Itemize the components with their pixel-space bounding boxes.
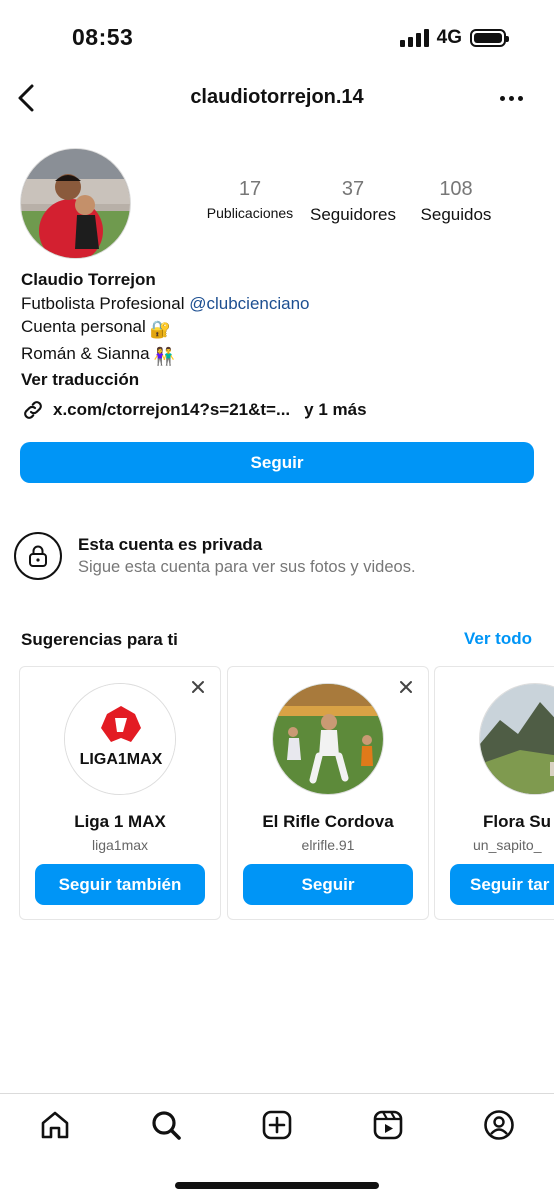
profile-username: claudiotorrejon.14 bbox=[190, 86, 364, 108]
posts-stat[interactable]: 17 Publicaciones bbox=[200, 178, 300, 221]
tab-reels[interactable] bbox=[371, 1108, 405, 1142]
link-more: y 1 más bbox=[304, 400, 367, 419]
suggestion-avatar[interactable]: LIGA1MAX bbox=[64, 683, 176, 795]
bio-account-text: Cuenta personal bbox=[21, 317, 146, 336]
lock-icon bbox=[14, 532, 62, 580]
bottom-tab-bar bbox=[0, 1094, 554, 1154]
suggestion-follow-button[interactable]: Seguir bbox=[243, 864, 413, 905]
private-subtitle: Sigue esta cuenta para ver sus fotos y v… bbox=[78, 558, 416, 576]
tab-home[interactable] bbox=[38, 1108, 72, 1142]
suggestion-name: Liga 1 MAX bbox=[74, 812, 166, 831]
tab-search[interactable] bbox=[149, 1108, 183, 1142]
suggestion-name: Flora Su bbox=[483, 812, 552, 831]
suggestions-title: Sugerencias para ti bbox=[21, 630, 178, 649]
bio-external-link[interactable]: x.com/ctorrejon14?s=21&t=... y 1 más bbox=[21, 398, 367, 422]
suggestion-follow-button[interactable]: Seguir tar bbox=[450, 864, 554, 905]
following-count: 108 bbox=[439, 178, 473, 200]
reels-icon bbox=[373, 1110, 403, 1140]
couple-emoji-icon: 👫 bbox=[153, 346, 175, 366]
suggestion-handle: liga1max bbox=[91, 837, 149, 853]
create-icon bbox=[262, 1110, 292, 1140]
landscape-photo bbox=[480, 684, 554, 794]
see-translation-link[interactable]: Ver traducción bbox=[21, 368, 541, 392]
suggestion-card[interactable]: Flora Su un_sapito_ Seguir tar bbox=[434, 666, 554, 920]
link-url: x.com/ctorrejon14?s=21&t=... bbox=[53, 400, 291, 419]
tab-profile[interactable] bbox=[482, 1108, 516, 1142]
following-label: Seguidos bbox=[420, 205, 492, 224]
bio-name: Claudio Torrejon bbox=[21, 270, 156, 289]
avatar-photo bbox=[21, 149, 130, 258]
bio-line-account: Cuenta personal 🔐 bbox=[21, 315, 541, 342]
lock-key-emoji-icon: 🔐 bbox=[149, 320, 171, 339]
close-icon[interactable] bbox=[398, 679, 414, 695]
search-icon bbox=[152, 1111, 181, 1140]
bio-line-family: Román & Sianna 👫 bbox=[21, 342, 541, 369]
following-stat[interactable]: 108 Seguidos bbox=[408, 178, 504, 225]
posts-label: Publicaciones bbox=[206, 205, 294, 221]
player-photo bbox=[273, 684, 383, 794]
suggestion-handle: un_sapito_ bbox=[473, 837, 542, 853]
suggestion-card[interactable]: LIGA1MAX Liga 1 MAX liga1max Seguir tamb… bbox=[19, 666, 221, 920]
profile-avatar[interactable] bbox=[20, 148, 131, 259]
suggestion-follow-button[interactable]: Seguir también bbox=[35, 864, 205, 905]
suggestion-handle: elrifle.91 bbox=[301, 837, 355, 853]
private-title: Esta cuenta es privada bbox=[78, 535, 263, 554]
bio-line-occupation: Futbolista Profesional @clubcienciano bbox=[21, 292, 541, 316]
close-icon[interactable] bbox=[190, 679, 206, 695]
suggestion-avatar[interactable] bbox=[479, 683, 554, 795]
top-nav: claudiotorrejon.14 bbox=[0, 75, 554, 121]
home-indicator bbox=[175, 1182, 379, 1189]
more-options-button[interactable] bbox=[496, 83, 526, 113]
liga1max-logo: LIGA1MAX bbox=[65, 684, 175, 794]
signal-icon bbox=[399, 29, 429, 47]
bio-mention-link[interactable]: @clubcienciano bbox=[189, 294, 309, 313]
followers-stat[interactable]: 37 Seguidores bbox=[303, 178, 403, 225]
battery-icon bbox=[470, 29, 509, 47]
bio-occupation-text: Futbolista Profesional bbox=[21, 293, 185, 313]
status-time: 08:53 bbox=[72, 24, 134, 50]
tab-create[interactable] bbox=[260, 1108, 294, 1142]
followers-label: Seguidores bbox=[309, 205, 396, 224]
liga1max-logo-text: LIGA1MAX bbox=[80, 751, 163, 768]
bio-family-text: Román & Sianna bbox=[21, 343, 150, 363]
private-account-notice: Esta cuenta es privada Sigue esta cuenta… bbox=[14, 532, 544, 580]
see-all-link[interactable]: Ver todo bbox=[464, 629, 532, 649]
posts-count: 17 bbox=[238, 178, 262, 200]
suggestion-card[interactable]: El Rifle Cordova elrifle.91 Seguir bbox=[227, 666, 429, 920]
status-bar: 08:53 4G bbox=[0, 0, 554, 70]
profile-bio: Claudio Torrejon Futbolista Profesional … bbox=[21, 268, 541, 392]
link-icon bbox=[24, 401, 42, 419]
followers-count: 37 bbox=[341, 178, 365, 200]
ellipsis-icon bbox=[499, 95, 505, 101]
suggestion-avatar[interactable] bbox=[272, 683, 384, 795]
home-icon bbox=[41, 1111, 69, 1139]
status-indicators: 4G bbox=[399, 27, 509, 49]
network-label: 4G bbox=[436, 27, 462, 48]
suggestion-name: El Rifle Cordova bbox=[262, 812, 394, 831]
profile-icon bbox=[484, 1110, 514, 1140]
follow-button[interactable]: Seguir bbox=[20, 442, 534, 483]
